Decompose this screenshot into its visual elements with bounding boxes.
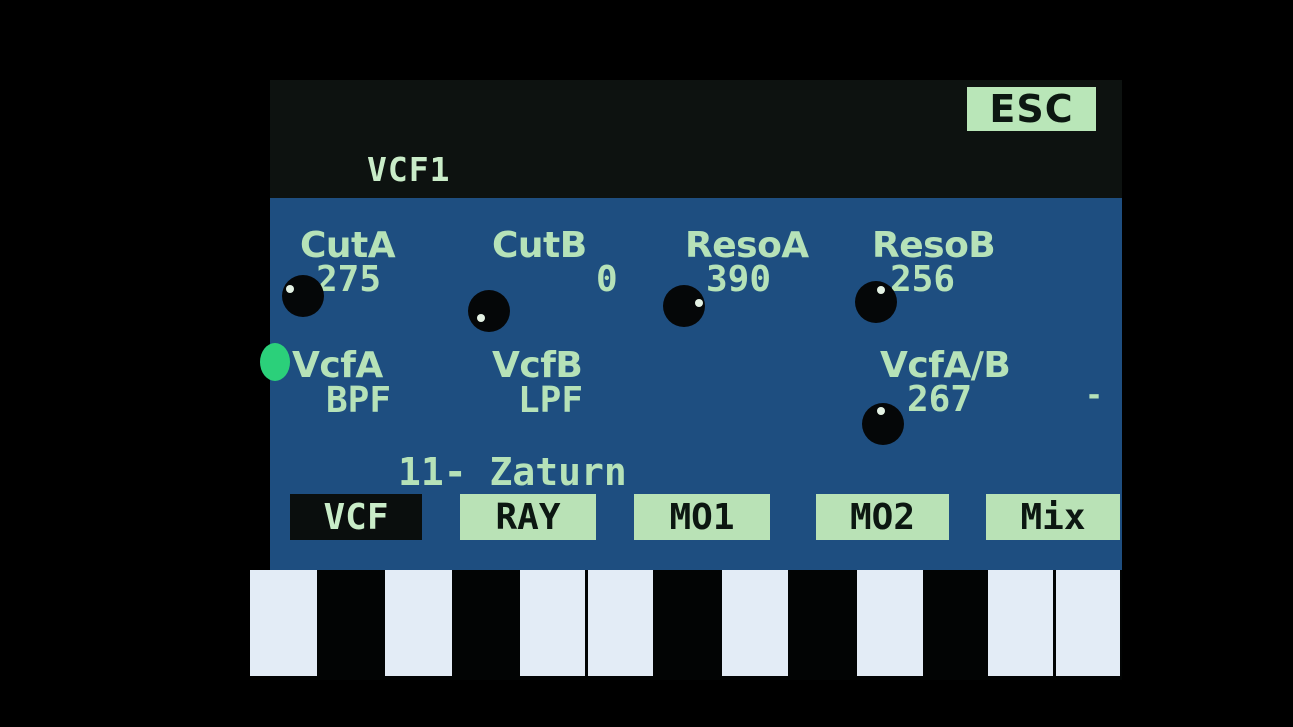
header-bar: ESC VCF1 bbox=[270, 80, 1122, 198]
device-screen: ESC VCF1 CutA CutB ResoA ResoB 275 0 390… bbox=[250, 80, 1122, 680]
minus-sign: - bbox=[1085, 378, 1104, 413]
param-value-vcfab: 267 bbox=[907, 379, 973, 420]
param-label-vcfa: VcfA bbox=[292, 345, 383, 386]
knob-indicator bbox=[477, 314, 485, 322]
param-value-vcfb: LPF bbox=[518, 380, 584, 421]
tab-vcf[interactable]: VCF bbox=[290, 494, 422, 540]
knob-indicator bbox=[286, 285, 294, 293]
knob-vcfab[interactable] bbox=[862, 403, 904, 445]
tab-mo2[interactable]: MO2 bbox=[816, 494, 949, 540]
param-value-resob: 256 bbox=[890, 259, 956, 300]
key-1[interactable] bbox=[250, 570, 317, 676]
param-value-resoa: 390 bbox=[706, 259, 772, 300]
tab-mix[interactable]: Mix bbox=[986, 494, 1120, 540]
key-7[interactable] bbox=[988, 570, 1053, 676]
esc-button[interactable]: ESC bbox=[967, 87, 1096, 131]
tab-mo1[interactable]: MO1 bbox=[634, 494, 770, 540]
knob-indicator bbox=[695, 299, 703, 307]
param-label-vcfb: VcfB bbox=[492, 345, 583, 386]
key-6[interactable] bbox=[857, 570, 923, 676]
key-8[interactable] bbox=[1056, 570, 1120, 676]
key-3[interactable] bbox=[520, 570, 585, 676]
key-4[interactable] bbox=[588, 570, 653, 676]
preset-name: 11- Zaturn bbox=[398, 450, 627, 494]
keyboard bbox=[250, 570, 1122, 680]
knob-resob[interactable] bbox=[855, 281, 897, 323]
knob-indicator bbox=[877, 286, 885, 294]
selection-indicator bbox=[260, 343, 290, 381]
key-5[interactable] bbox=[722, 570, 788, 676]
param-value-vcfa: BPF bbox=[326, 380, 392, 421]
param-value-cuta: 275 bbox=[316, 259, 382, 300]
tab-ray[interactable]: RAY bbox=[460, 494, 596, 540]
knob-indicator bbox=[877, 407, 885, 415]
param-label-cutb: CutB bbox=[492, 225, 587, 266]
parameter-panel: CutA CutB ResoA ResoB 275 0 390 256 VcfA… bbox=[260, 198, 1122, 570]
key-2[interactable] bbox=[385, 570, 452, 676]
knob-cuta[interactable] bbox=[282, 275, 324, 317]
param-value-cutb: 0 bbox=[596, 259, 618, 300]
page-title: VCF1 bbox=[367, 150, 451, 189]
knob-resoa[interactable] bbox=[663, 285, 705, 327]
knob-cutb[interactable] bbox=[468, 290, 510, 332]
